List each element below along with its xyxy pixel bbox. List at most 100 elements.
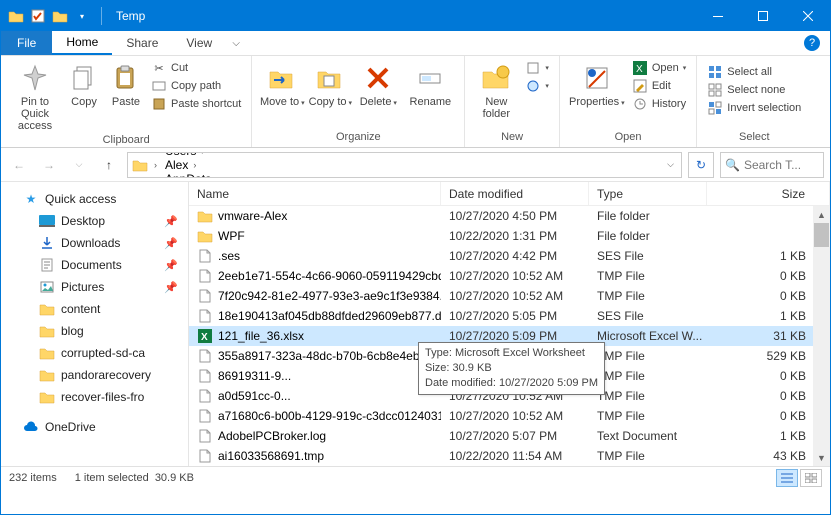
checkbox-icon[interactable] [29, 7, 47, 25]
folder-icon [197, 228, 213, 244]
address-bar[interactable]: › This PC›Local Disk (C:)›Users›Alex›App… [127, 152, 682, 178]
vertical-scrollbar[interactable]: ▲ ▼ [813, 206, 830, 466]
file-row[interactable]: .ses10/27/2020 4:42 PMSES File1 KB [189, 246, 830, 266]
file-icon [197, 288, 213, 304]
tree-item[interactable]: Documents📌 [1, 254, 188, 276]
tab-share[interactable]: Share [112, 31, 172, 55]
column-type[interactable]: Type [589, 182, 707, 205]
tab-view[interactable]: View [172, 31, 226, 55]
nav-forward-button[interactable]: → [37, 153, 61, 177]
thumbnails-view-button[interactable] [800, 469, 822, 487]
pin-icon: 📌 [164, 215, 178, 228]
file-icon [197, 368, 213, 384]
history-icon [632, 96, 648, 112]
titlebar: ▾ Temp [1, 1, 830, 31]
details-view-button[interactable] [776, 469, 798, 487]
nav-up-button[interactable]: ↑ [97, 153, 121, 177]
edit-icon [632, 78, 648, 94]
select-none-button[interactable]: Select none [707, 82, 801, 98]
tree-item[interactable]: blog [1, 320, 188, 342]
folder-small-icon[interactable] [51, 7, 69, 25]
address-bar-row: ← → ⌵ ↑ › This PC›Local Disk (C:)›Users›… [1, 148, 830, 182]
properties-button[interactable]: Properties ▾ [566, 58, 628, 108]
close-button[interactable] [785, 1, 830, 31]
excel-icon: X [197, 328, 213, 344]
select-all-button[interactable]: Select all [707, 64, 801, 80]
paste-button[interactable]: Paste [105, 58, 147, 108]
pin-to-quick-access-button[interactable]: Pin to Quick access [7, 58, 63, 132]
copy-path-button[interactable]: Copy path [151, 78, 241, 94]
history-button[interactable]: History [632, 96, 686, 112]
refresh-button[interactable]: ↻ [688, 152, 714, 178]
copy-button[interactable]: Copy [63, 58, 105, 108]
file-row[interactable]: 18e190413af045db88dfded29609eb877.db...1… [189, 306, 830, 326]
help-button[interactable]: ? [794, 31, 830, 55]
folder-icon [132, 157, 148, 173]
file-menu[interactable]: File [1, 31, 52, 55]
svg-text:X: X [201, 332, 208, 343]
status-selected: 1 item selected 30.9 KB [75, 472, 194, 484]
file-row[interactable]: a71680c6-b00b-4129-919c-c3dcc01240311...… [189, 406, 830, 426]
tree-item[interactable]: content [1, 298, 188, 320]
column-date[interactable]: Date modified [441, 182, 589, 205]
copy-path-icon [151, 78, 167, 94]
delete-button[interactable]: Delete ▾ [354, 58, 402, 108]
search-box[interactable]: 🔍Search T... [720, 152, 824, 178]
new-item-icon [525, 60, 541, 76]
maximize-button[interactable] [740, 1, 785, 31]
file-row[interactable]: ai16033568691.tmp10/22/2020 11:54 AMTMP … [189, 446, 830, 466]
paste-shortcut-button[interactable]: Paste shortcut [151, 96, 241, 112]
scroll-up-icon[interactable]: ▲ [813, 206, 830, 223]
status-bar: 232 items 1 item selected 30.9 KB [1, 466, 830, 489]
nav-recent-button[interactable]: ⌵ [67, 153, 91, 177]
cut-button[interactable]: ✂Cut [151, 60, 241, 76]
file-row[interactable]: WPF10/22/2020 1:31 PMFile folder [189, 226, 830, 246]
desktop-icon [39, 213, 55, 229]
tree-item[interactable]: pandorarecovery [1, 364, 188, 386]
column-name[interactable]: Name [189, 182, 441, 205]
tree-item[interactable]: Downloads📌 [1, 232, 188, 254]
ribbon-collapse-icon[interactable]: ⌵ [226, 31, 246, 55]
nav-back-button[interactable]: ← [7, 153, 31, 177]
pin-icon: 📌 [164, 281, 178, 294]
file-row[interactable]: AdobelPCBroker.log10/27/2020 5:07 PMText… [189, 426, 830, 446]
file-icon [197, 408, 213, 424]
breadcrumb[interactable]: AppData› [163, 172, 256, 178]
navigation-tree[interactable]: ★Quick access Desktop📌Downloads📌Document… [1, 182, 189, 466]
invert-selection-button[interactable]: Invert selection [707, 100, 801, 116]
qat-dropdown-icon[interactable]: ▾ [73, 7, 91, 25]
new-item-button[interactable]: ▾ [525, 60, 549, 76]
tree-item[interactable]: Desktop📌 [1, 210, 188, 232]
scroll-down-icon[interactable]: ▼ [813, 449, 830, 466]
file-row[interactable]: 7f20c942-81e2-4977-93e3-ae9c1f3e9384.t..… [189, 286, 830, 306]
tab-home[interactable]: Home [52, 31, 112, 55]
rename-button[interactable]: Rename [402, 58, 458, 108]
menubar: File Home Share View ⌵ ? [1, 31, 830, 56]
move-to-button[interactable]: Move to ▾ [258, 58, 306, 108]
pin-icon: 📌 [164, 237, 178, 250]
open-button[interactable]: XOpen ▾ [632, 60, 686, 76]
scissors-icon: ✂ [151, 60, 167, 76]
edit-button[interactable]: Edit [632, 78, 686, 94]
open-group-label: Open [566, 129, 690, 147]
minimize-button[interactable] [695, 1, 740, 31]
folder-icon [39, 301, 55, 317]
address-dropdown-icon[interactable]: ⌵ [667, 159, 677, 170]
copy-to-button[interactable]: Copy to ▾ [306, 58, 354, 108]
easy-access-button[interactable]: ▾ [525, 78, 549, 94]
scroll-thumb[interactable] [814, 223, 829, 247]
file-icon [197, 308, 213, 324]
file-row[interactable]: 2eeb1e71-554c-4c66-9060-059119429cbd...1… [189, 266, 830, 286]
onedrive-node[interactable]: OneDrive [1, 416, 188, 438]
ribbon: Pin to Quick access Copy Paste ✂Cut Copy… [1, 56, 830, 148]
folder-icon [7, 7, 25, 25]
tree-item[interactable]: corrupted-sd-ca [1, 342, 188, 364]
quick-access-node[interactable]: ★Quick access [1, 188, 188, 210]
breadcrumb[interactable]: Alex› [163, 158, 256, 172]
new-folder-button[interactable]: New folder [471, 58, 521, 120]
tree-item[interactable]: recover-files-fro [1, 386, 188, 408]
pictures-icon [39, 279, 55, 295]
column-size[interactable]: Size [707, 182, 830, 205]
file-row[interactable]: vmware-Alex10/27/2020 4:50 PMFile folder [189, 206, 830, 226]
tree-item[interactable]: Pictures📌 [1, 276, 188, 298]
